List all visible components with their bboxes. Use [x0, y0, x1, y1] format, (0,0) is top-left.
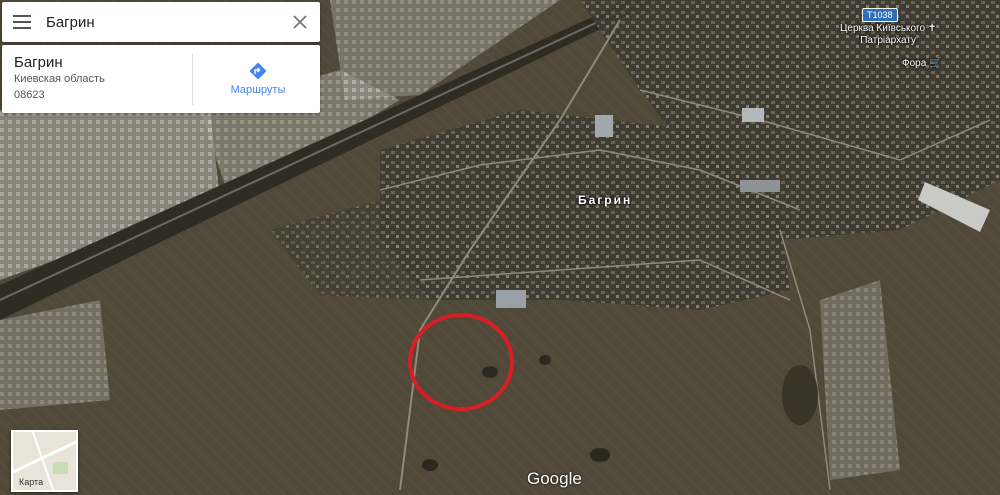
- tree-cluster: [422, 459, 438, 471]
- menu-icon: [13, 15, 31, 29]
- card-divider: [192, 53, 193, 105]
- shop-label-text: Фора: [902, 58, 927, 69]
- menu-button[interactable]: [2, 2, 42, 42]
- town-label[interactable]: Багрин: [578, 193, 632, 207]
- close-icon: [293, 15, 307, 29]
- building: [496, 290, 526, 308]
- place-region: Киевская область: [14, 73, 105, 85]
- map-type-toggle[interactable]: Карта: [11, 430, 78, 492]
- tree-cluster: [590, 448, 610, 462]
- clear-search-button[interactable]: [280, 2, 320, 42]
- tree-cluster: [782, 365, 818, 425]
- church-label-line-1: Церква Київського: [840, 23, 926, 34]
- shop-icon: 🛒: [929, 58, 942, 69]
- minimap-label: Карта: [19, 477, 44, 487]
- place-postal-code: 08623: [14, 89, 45, 101]
- road-shield: T1038: [862, 8, 898, 22]
- directions-button[interactable]: Маршруты: [200, 53, 316, 105]
- building: [595, 115, 613, 137]
- place-card: Багрин Киевская область 08623 Маршруты: [2, 45, 320, 113]
- shop-label[interactable]: Фора 🛒: [902, 58, 942, 69]
- tree-cluster: [539, 355, 551, 365]
- directions-icon: [249, 62, 267, 80]
- directions-label: Маршруты: [230, 84, 286, 96]
- church-icon: ✝: [927, 23, 937, 34]
- search-box: Багрин: [2, 2, 320, 42]
- tree-cluster: [482, 366, 498, 378]
- building: [740, 180, 780, 192]
- place-name: Багрин: [14, 54, 63, 71]
- google-logo: Google: [527, 469, 582, 488]
- building: [742, 108, 764, 122]
- church-label-line-2: Патріархату: [860, 35, 917, 46]
- search-input[interactable]: Багрин: [42, 14, 280, 31]
- church-label[interactable]: Церква Київського ✝ Патріархату: [840, 23, 936, 47]
